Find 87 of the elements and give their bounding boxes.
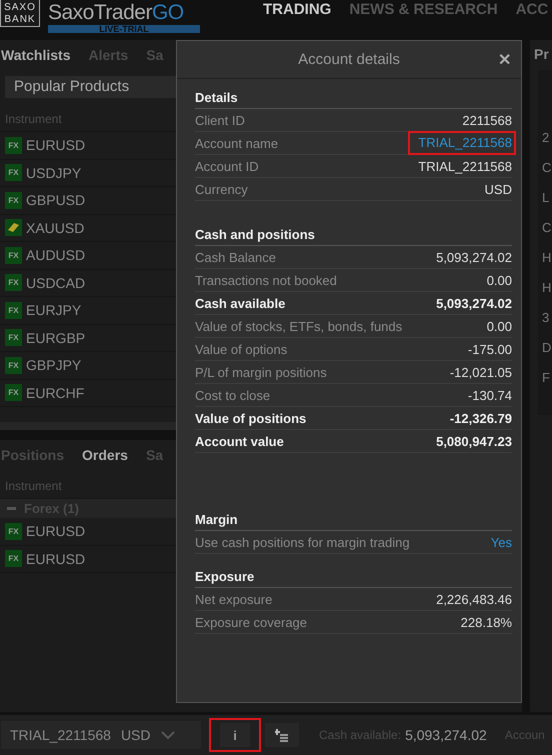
bank-logo: SAXO BANK — [0, 0, 40, 27]
instrument-name[interactable]: EURGBP — [26, 330, 86, 346]
fx-badge: FX — [5, 356, 22, 374]
field-value: -130.74 — [468, 388, 512, 402]
field-label: Cash available — [195, 296, 286, 310]
field-value: 2,226,483.46 — [436, 592, 512, 606]
row-label: C — [541, 160, 552, 177]
field-value: -12,326.79 — [450, 410, 512, 426]
fx-badge: FX — [5, 164, 22, 182]
field-label: Account ID — [195, 158, 259, 174]
fx-badge: FX — [5, 384, 22, 402]
field-value: 5,093,274.02 — [436, 296, 512, 310]
field-label: Client ID — [195, 112, 245, 128]
cash-value: 5,093,274.02 — [405, 727, 487, 743]
section-title: Margin — [195, 511, 512, 531]
fx-badge: FX — [5, 274, 22, 292]
fx-badge: FX — [5, 136, 22, 154]
field-value: -175.00 — [468, 342, 512, 356]
row-label: H — [541, 280, 552, 297]
section-title: Details — [195, 89, 512, 109]
row-label: F — [541, 370, 551, 387]
row-label: 2 — [541, 130, 550, 147]
edition-label: LIVE-TRIAL — [48, 25, 200, 33]
close-button[interactable]: ✕ — [498, 50, 511, 70]
ingot-icon — [5, 219, 22, 236]
field-value: USD — [484, 182, 512, 196]
add-list-button[interactable] — [265, 723, 299, 747]
field-label: Value of stocks, ETFs, bonds, funds — [195, 318, 402, 334]
instrument-name[interactable]: EURCHF — [26, 384, 84, 401]
chevron-down-icon — [160, 730, 174, 740]
instrument-name[interactable]: GBPUSD — [26, 192, 86, 208]
field-label: Exposure coverage — [195, 614, 308, 630]
field-value: 5,093,274.02 — [436, 250, 512, 264]
nav-tab[interactable]: TRADING — [263, 1, 332, 18]
field-value: 0.00 — [486, 318, 512, 334]
field-value: 0.00 — [486, 272, 512, 288]
nav-tab[interactable]: ACC — [516, 1, 548, 18]
row-label: C — [541, 220, 552, 237]
fx-badge: FX — [5, 192, 22, 209]
field-label: Currency — [195, 182, 248, 196]
app-logo: SaxoTraderGO — [48, 0, 185, 25]
instrument-name[interactable]: XAUUSD — [26, 220, 84, 236]
row-label: 3 — [541, 310, 550, 327]
instrument-name[interactable]: EURUSD — [26, 523, 86, 540]
field-label: P/L of margin positions — [195, 364, 327, 380]
fx-badge: FX — [5, 329, 22, 346]
field-label: Cost to close — [195, 388, 270, 402]
fx-badge: FX — [5, 550, 22, 568]
panel-tab[interactable]: Orders — [82, 447, 128, 463]
instrument-name[interactable]: EURUSD — [26, 550, 86, 567]
value-link[interactable]: Yes — [490, 534, 512, 550]
field-label: Transactions not booked — [195, 272, 337, 288]
instrument-name[interactable]: USDJPY — [26, 164, 82, 181]
nav-tab[interactable]: NEWS & RESEARCH — [349, 1, 498, 18]
fx-badge: FX — [5, 246, 22, 264]
field-label: Net exposure — [195, 592, 272, 606]
field-label: Account name — [195, 136, 278, 150]
field-value: TRIAL_2211568 — [418, 158, 512, 174]
collapse-icon — [7, 504, 16, 513]
instrument-name[interactable]: EURJPY — [26, 302, 82, 318]
fx-badge: FX — [5, 302, 22, 319]
field-label: Value of positions — [195, 410, 306, 426]
panel-title: Pr — [534, 46, 549, 62]
instrument-name[interactable]: USDCAD — [26, 274, 86, 291]
info-button[interactable]: i — [220, 723, 250, 747]
row-label: D — [541, 340, 552, 357]
field-value: 228.18% — [460, 614, 512, 630]
field-label: Account value — [195, 434, 284, 448]
value-link[interactable]: TRIAL_2211568 — [418, 135, 512, 150]
field-label: Cash Balance — [195, 250, 276, 264]
instrument-name[interactable]: GBPJPY — [26, 357, 82, 374]
row-label: H — [541, 250, 552, 267]
dialog-title: Account details — [298, 51, 400, 68]
section-title: Cash and positions — [195, 226, 512, 246]
add-list-icon — [275, 728, 289, 742]
instrument-name[interactable]: AUDUSD — [26, 247, 86, 264]
panel-tab[interactable]: Watchlists — [1, 47, 70, 63]
field-label: Value of options — [195, 342, 288, 356]
field-label: Use cash positions for margin trading — [195, 534, 410, 550]
account-select[interactable]: TRIAL_2211568 USD — [1, 721, 201, 749]
section-title: Exposure — [195, 568, 512, 588]
row-label: L — [541, 190, 550, 207]
fx-badge: FX — [5, 522, 22, 540]
field-value: -12,021.05 — [450, 364, 512, 380]
instrument-name[interactable]: EURUSD — [26, 137, 86, 154]
field-value: 2211568 — [462, 112, 512, 128]
field-value: 5,080,947.23 — [436, 434, 512, 448]
